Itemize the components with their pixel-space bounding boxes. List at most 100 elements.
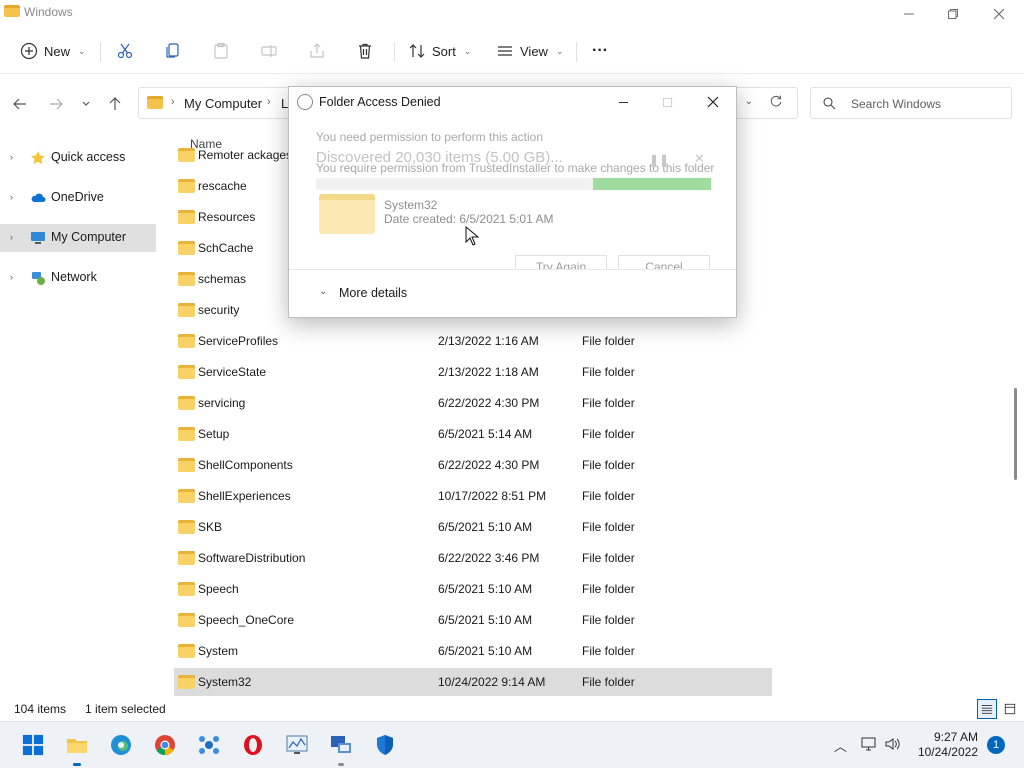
ghost-message: You need permission to perform this acti… [316, 130, 544, 144]
opera-icon [244, 735, 262, 755]
sidebar-item-quick-access[interactable]: › Quick access [0, 144, 156, 172]
opera-taskbar-button[interactable] [238, 730, 268, 760]
list-item[interactable]: Setup 6/5/2021 5:14 AM File folder [174, 420, 772, 448]
arrow-right-icon [50, 98, 63, 110]
app-taskbar-button[interactable] [194, 730, 224, 760]
clock-date: 10/24/2022 [917, 745, 978, 759]
up-button[interactable] [105, 94, 125, 114]
dialog-minimize-button[interactable] [601, 87, 645, 117]
list-item[interactable]: ShellExperiences 10/17/2022 8:51 PM File f… [174, 482, 772, 510]
list-item[interactable]: ServiceState 2/13/2022 1:18 AM File folder [174, 358, 772, 386]
restore-button[interactable] [930, 0, 976, 28]
folder-icon [178, 365, 195, 379]
folder-icon [178, 210, 195, 224]
view-button[interactable]: View ⌄ [496, 36, 564, 66]
back-button[interactable] [10, 94, 30, 114]
folder-icon [4, 5, 20, 17]
list-item[interactable]: Speech_OneCore 6/5/2021 5:10 AM File folde… [174, 606, 772, 634]
try-again-button[interactable]: Try Again [515, 255, 607, 269]
security-taskbar-button[interactable] [370, 730, 400, 760]
chrome-icon [155, 735, 175, 756]
network-status-icon[interactable] [860, 735, 878, 753]
list-item[interactable]: ShellComponents 6/22/2022 4:30 PM File fol… [174, 451, 772, 479]
chevron-right-icon[interactable]: › [10, 272, 13, 282]
recent-locations-button[interactable] [76, 94, 96, 114]
folder-icon [67, 739, 87, 753]
clipboard-icon [214, 42, 228, 59]
search-input[interactable]: Search Windows [810, 87, 1012, 119]
edge-taskbar-button[interactable] [106, 730, 136, 760]
chevron-right-icon[interactable]: › [10, 152, 13, 162]
tiles-view-button[interactable] [1000, 699, 1020, 719]
item-type: File folder [582, 334, 635, 348]
close-icon[interactable]: ✕ [694, 151, 705, 167]
sort-button[interactable]: Sort ⌄ [408, 36, 471, 66]
list-item[interactable]: ServiceProfiles 2/13/2022 1:16 AM File fol… [174, 327, 772, 355]
copy-button[interactable] [164, 36, 182, 66]
folder-icon [178, 179, 195, 193]
item-name: rescache [198, 179, 247, 193]
sidebar-item-my-computer[interactable]: › My Computer [0, 224, 156, 252]
item-name: SKB [198, 520, 223, 534]
details-view-button[interactable] [977, 699, 997, 719]
item-name: System32 [198, 675, 252, 689]
minimize-button[interactable] [886, 0, 932, 28]
clock[interactable]: 9:27 AM 10/24/2022 [902, 730, 978, 760]
share-button[interactable] [308, 36, 326, 66]
paste-button[interactable] [212, 36, 230, 66]
rdp-taskbar-button[interactable] [326, 730, 356, 766]
close-button[interactable] [976, 0, 1022, 28]
chevron-down-icon[interactable]: ⌄ [319, 286, 327, 297]
monitor-taskbar-button[interactable] [282, 730, 312, 760]
folder-icon [178, 303, 195, 317]
chrome-taskbar-button[interactable] [150, 730, 180, 760]
selection-count: 1 item selected [85, 702, 166, 716]
sidebar-item-onedrive[interactable]: › OneDrive [0, 184, 156, 212]
list-item[interactable]: servicing 6/22/2022 4:30 PM File folder [174, 389, 772, 417]
mouse-cursor-icon [465, 226, 479, 246]
dialog-close-button[interactable] [691, 87, 735, 117]
list-item[interactable]: SKB 6/5/2021 5:10 AM File folder [174, 513, 772, 541]
divider [576, 42, 577, 62]
scrollbar-thumb[interactable] [1014, 388, 1017, 480]
notification-badge[interactable]: 1 [987, 736, 1005, 754]
item-date: 2/13/2022 1:16 AM [438, 334, 539, 348]
sidebar-item-network[interactable]: › Network [0, 264, 156, 292]
command-bar: New ⌄ Sort ⌄ View ⌄ ··· [0, 28, 1024, 74]
breadcrumb-item[interactable]: My Computer [184, 96, 262, 111]
see-more-button[interactable]: ··· [592, 36, 608, 66]
rename-button[interactable] [260, 36, 278, 66]
refresh-button[interactable] [768, 94, 788, 114]
sidebar-item-label: Network [51, 270, 97, 284]
chevron-up-icon[interactable]: ︿ [834, 736, 847, 755]
cut-button[interactable] [116, 36, 134, 66]
list-item[interactable]: System 6/5/2021 5:10 AM File folder [174, 637, 772, 665]
item-type: File folder [582, 427, 635, 441]
file-explorer-taskbar-button[interactable] [62, 730, 92, 766]
list-item[interactable]: SoftwareDistribution 6/22/2022 3:46 PM Fil… [174, 544, 772, 572]
item-type: File folder [582, 551, 635, 565]
item-type: File folder [582, 582, 635, 596]
item-name: SchCache [198, 241, 254, 255]
list-item-selected[interactable]: System32 10/24/2022 9:14 AM File folder [174, 668, 772, 696]
pause-icon[interactable]: ❚❚ [649, 153, 669, 167]
list-item[interactable]: Speech 6/5/2021 5:10 AM File folder [174, 575, 772, 603]
chevron-right-icon[interactable]: › [10, 232, 13, 242]
cloud-icon [31, 193, 46, 202]
dialog-maximize-button[interactable] [645, 87, 689, 117]
cancel-button[interactable]: Cancel [618, 255, 710, 269]
more-details-toggle[interactable]: More details [339, 286, 407, 300]
forward-button[interactable] [46, 94, 66, 114]
plus-circle-icon [20, 42, 38, 60]
new-button[interactable]: New ⌄ [20, 36, 86, 66]
folder-icon [178, 241, 195, 255]
chevron-down-icon[interactable]: ⌄ [745, 96, 753, 107]
windows-logo-icon [22, 734, 44, 756]
delete-button[interactable] [356, 36, 374, 66]
network-app-icon [199, 736, 219, 754]
navigation-pane: › Quick access › OneDrive › My Computer … [0, 132, 160, 692]
start-button[interactable] [18, 730, 48, 760]
folder-icon [178, 272, 195, 286]
chevron-right-icon[interactable]: › [10, 192, 13, 202]
volume-icon[interactable] [884, 735, 902, 753]
